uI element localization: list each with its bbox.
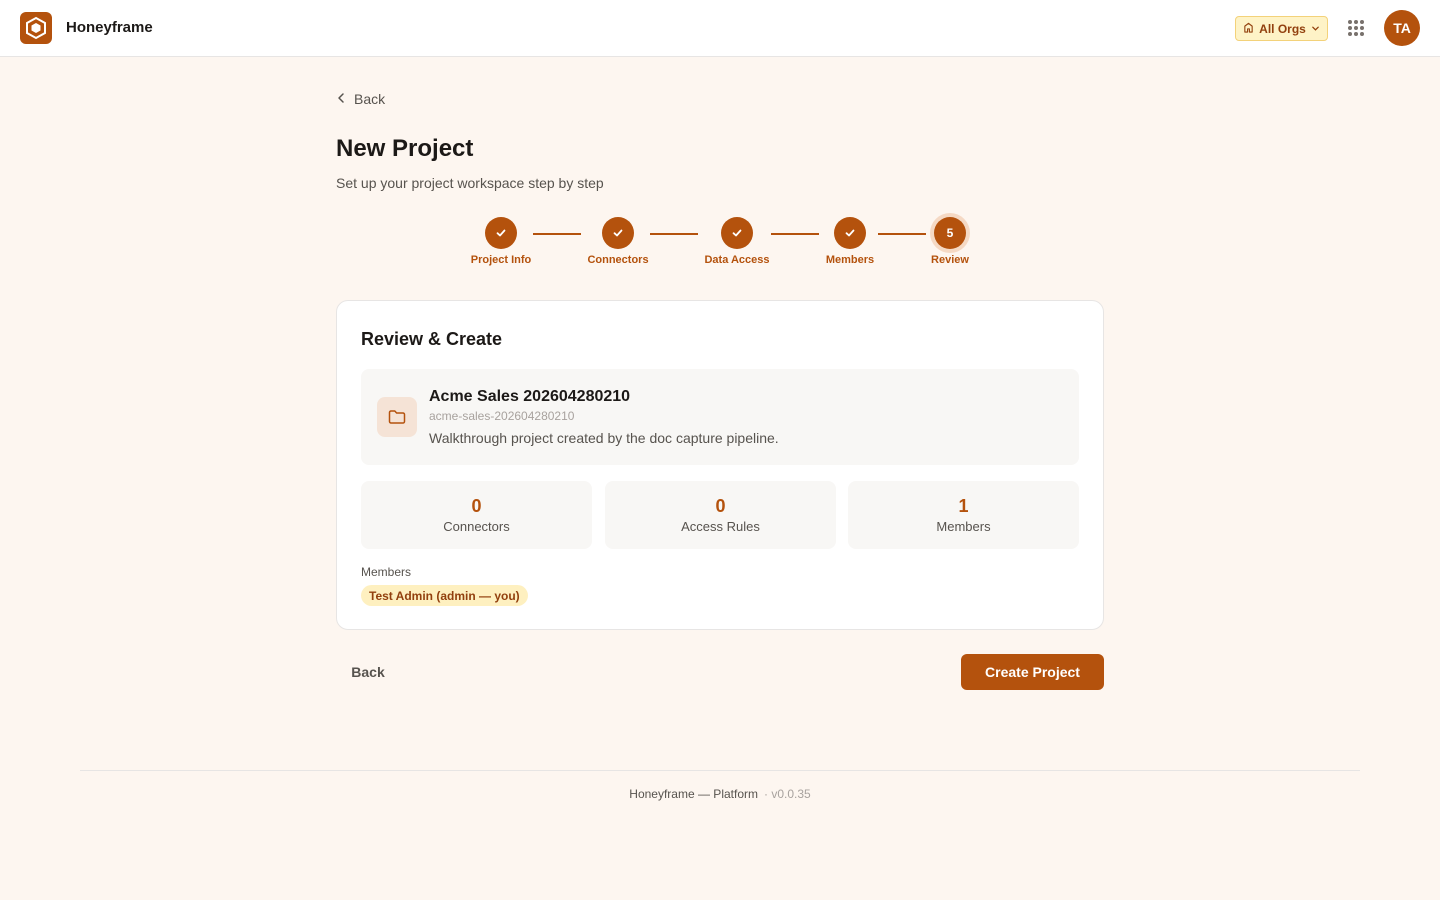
check-icon (602, 217, 634, 249)
review-card: Review & Create Acme Sales 202604280210 … (336, 300, 1104, 630)
chevron-left-icon (336, 91, 346, 107)
members-section-label: Members (361, 565, 412, 579)
page-subtitle: Set up your project workspace step by st… (336, 175, 604, 191)
create-project-button[interactable]: Create Project (961, 654, 1104, 690)
project-summary: Acme Sales 202604280210 acme-sales-20260… (361, 369, 1079, 465)
check-icon (834, 217, 866, 249)
project-description: Walkthrough project created by the doc c… (429, 430, 779, 446)
stat-value: 1 (958, 496, 969, 516)
step-members[interactable]: Members (810, 217, 890, 266)
step-label: Members (825, 254, 875, 266)
org-switcher-label: All Orgs (1259, 21, 1306, 36)
step-label: Data Access (704, 254, 770, 266)
stat-access-rules: 0 Access Rules (605, 481, 836, 549)
back-link[interactable]: Back (336, 89, 385, 109)
top-bar: Honeyframe All Orgs TA (0, 0, 1440, 57)
step-data-access[interactable]: Data Access (697, 217, 777, 266)
step-connectors[interactable]: Connectors (578, 217, 658, 266)
step-label: Connectors (587, 254, 649, 266)
review-card-title: Review & Create (361, 329, 503, 349)
folder-icon (377, 397, 417, 437)
footer-text: Honeyframe — Platform (629, 787, 758, 801)
step-review[interactable]: 5 Review (910, 217, 990, 266)
member-chip: Test Admin (admin — you) (361, 585, 528, 606)
honeyframe-logo-icon[interactable] (20, 12, 52, 44)
back-link-label: Back (354, 91, 386, 107)
project-slug: acme-sales-202604280210 (429, 409, 575, 423)
back-button[interactable]: Back (336, 654, 400, 690)
footer: Honeyframe — Platform · v0.0.35 (0, 787, 1440, 801)
page-title: New Project (336, 135, 474, 162)
stat-label: Members (936, 519, 991, 534)
footer-divider (80, 770, 1360, 771)
stat-value: 0 (471, 496, 482, 516)
check-icon (485, 217, 517, 249)
footer-version: · v0.0.35 (764, 787, 811, 801)
project-name: Acme Sales 202604280210 (429, 388, 631, 405)
step-project-info[interactable]: Project Info (461, 217, 541, 266)
stat-members: 1 Members (848, 481, 1079, 549)
user-avatar[interactable]: TA (1384, 10, 1420, 46)
chevron-down-icon (1311, 22, 1320, 36)
stat-connectors: 0 Connectors (361, 481, 592, 549)
apps-grid-icon[interactable] (1346, 18, 1366, 38)
stat-label: Access Rules (681, 519, 760, 534)
step-number: 5 (934, 217, 966, 249)
stat-label: Connectors (443, 519, 510, 534)
building-icon (1243, 22, 1254, 36)
stat-value: 0 (715, 496, 726, 516)
step-label: Project Info (470, 254, 532, 266)
app-name: Honeyframe (66, 19, 153, 36)
check-icon (721, 217, 753, 249)
org-switcher-button[interactable]: All Orgs (1235, 16, 1328, 41)
step-label: Review (931, 254, 969, 266)
